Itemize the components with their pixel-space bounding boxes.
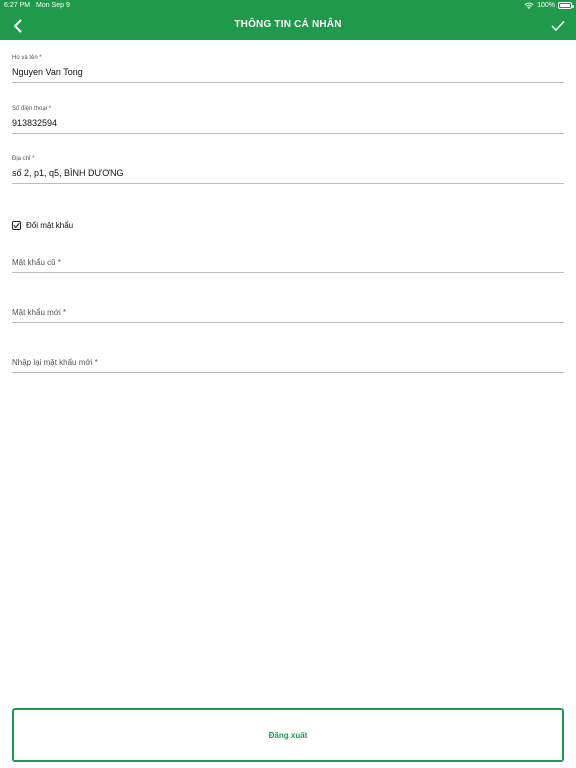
name-field: Họ và tên * [12, 55, 564, 83]
phone-field: Số điện thoại * [12, 106, 564, 134]
battery-percent: 100% [537, 2, 555, 9]
page-title: THÔNG TIN CÁ NHÂN [234, 19, 342, 30]
phone-underline [12, 133, 564, 134]
nav-bar: THÔNG TIN CÁ NHÂN [0, 11, 576, 40]
name-label: Họ và tên * [12, 55, 42, 61]
new-password-input[interactable] [12, 306, 564, 318]
phone-label: Số điện thoại * [12, 106, 52, 112]
phone-input[interactable] [12, 117, 564, 129]
new-password-underline [12, 322, 564, 323]
save-button[interactable] [546, 15, 570, 37]
header: 6:27 PM Mon Sep 9 100% THÔNG TIN CÁ NHÂN [0, 0, 576, 40]
name-underline [12, 82, 564, 83]
address-field: Địa chỉ * [12, 156, 564, 184]
address-input[interactable] [12, 167, 564, 179]
old-password-field [12, 256, 564, 273]
change-password-checkbox[interactable]: Đổi mật khẩu [12, 221, 73, 230]
logout-label: Đăng xuất [268, 730, 308, 740]
battery-icon [558, 2, 574, 9]
logout-button[interactable]: Đăng xuất [12, 708, 564, 762]
confirm-password-field [12, 356, 564, 373]
confirm-password-underline [12, 372, 564, 373]
checkbox-checked-icon [12, 221, 21, 230]
status-date: Mon Sep 9 [36, 2, 70, 9]
status-indicators: 100% [524, 0, 574, 11]
wifi-icon [524, 2, 534, 9]
new-password-field [12, 306, 564, 323]
old-password-input[interactable] [12, 256, 564, 268]
address-underline [12, 183, 564, 184]
name-input[interactable] [12, 66, 564, 78]
status-time: 6:27 PM [4, 2, 31, 9]
confirm-password-input[interactable] [12, 356, 564, 368]
old-password-underline [12, 272, 564, 273]
address-label: Địa chỉ * [12, 156, 35, 162]
status-bar: 6:27 PM Mon Sep 9 100% [0, 0, 576, 11]
checkmark-icon [551, 21, 565, 31]
screen: 6:27 PM Mon Sep 9 100% THÔNG TIN CÁ NHÂN [0, 0, 576, 768]
change-password-label: Đổi mật khẩu [26, 221, 74, 230]
